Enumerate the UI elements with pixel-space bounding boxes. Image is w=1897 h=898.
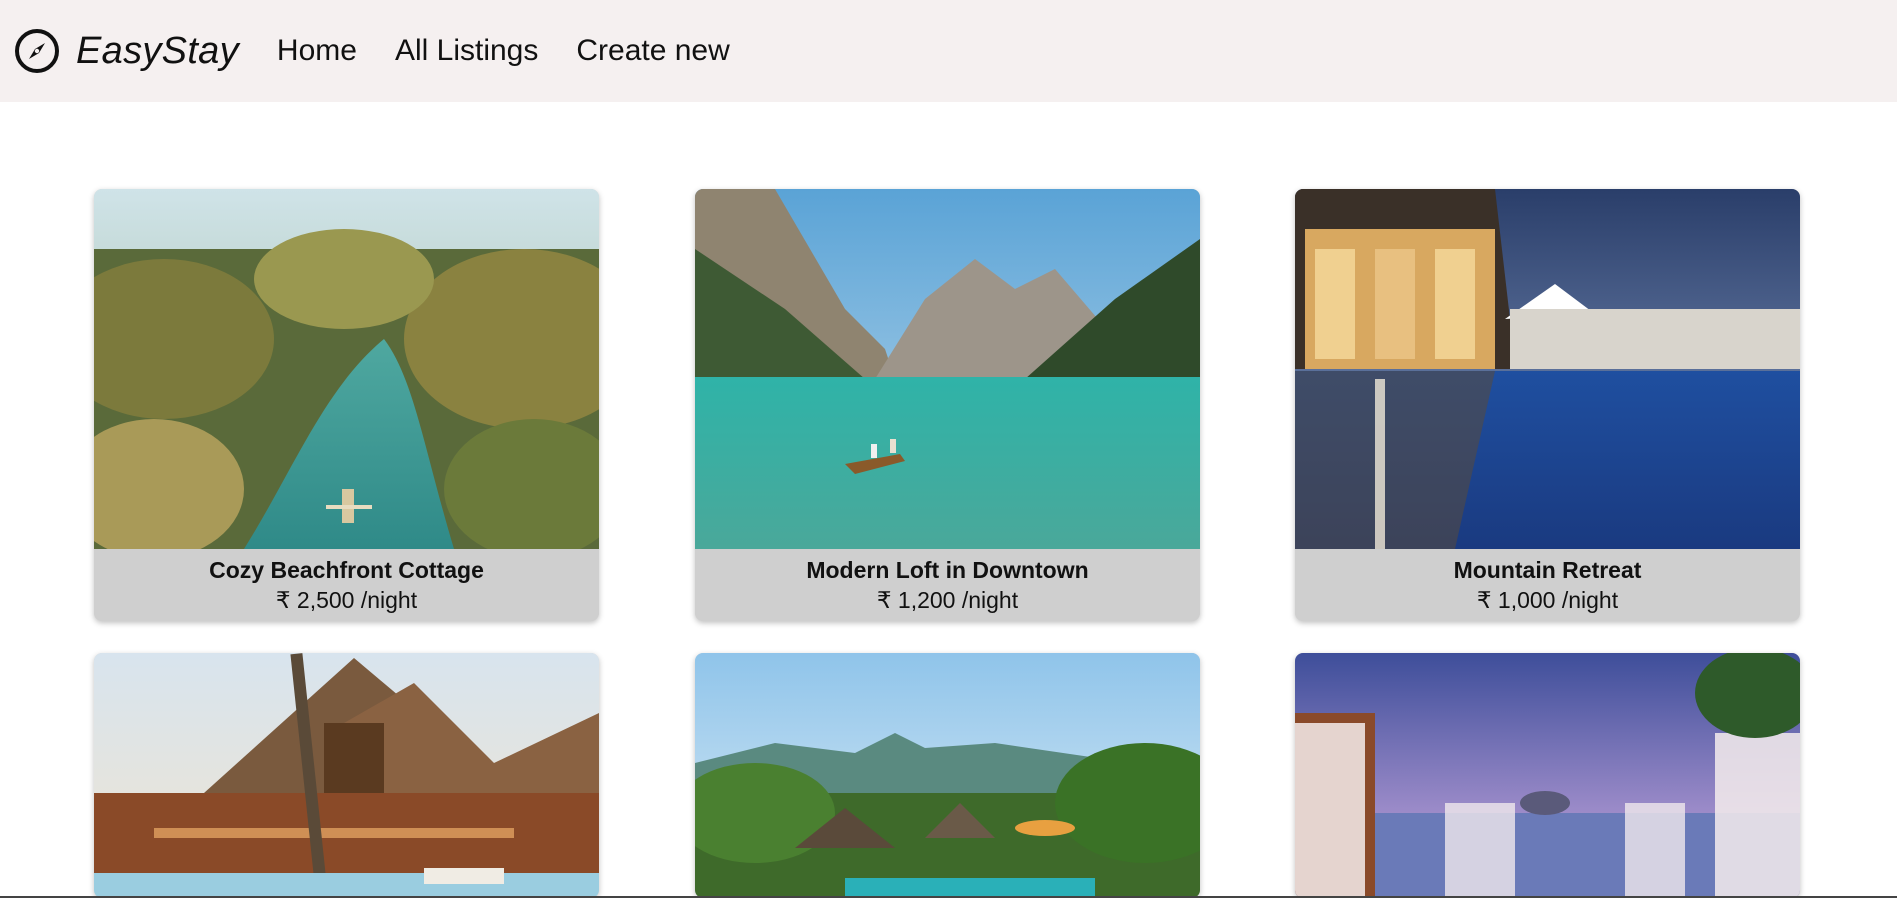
listing-info: Cozy Beachfront Cottage ₹ 2,500 /night bbox=[94, 549, 599, 621]
listings-grid: Cozy Beachfront Cottage ₹ 2,500 /night M… bbox=[0, 0, 1897, 898]
listing-card[interactable]: Cozy Beachfront Cottage ₹ 2,500 /night bbox=[94, 189, 599, 621]
listing-card[interactable]: Mountain Retreat ₹ 1,000 /night bbox=[1295, 189, 1800, 621]
listing-card[interactable] bbox=[1295, 653, 1800, 898]
listing-image bbox=[695, 653, 1200, 898]
listing-price: ₹ 1,200 /night bbox=[876, 587, 1019, 613]
listing-title: Mountain Retreat bbox=[1453, 557, 1642, 583]
listing-card[interactable] bbox=[695, 653, 1200, 898]
listing-image bbox=[94, 189, 599, 549]
listing-price: ₹ 2,500 /night bbox=[275, 587, 418, 613]
listing-image bbox=[1295, 653, 1800, 898]
listing-price: ₹ 1,000 /night bbox=[1476, 587, 1619, 613]
listing-card[interactable] bbox=[94, 653, 599, 898]
listing-title: Cozy Beachfront Cottage bbox=[209, 557, 484, 583]
listing-image bbox=[695, 189, 1200, 549]
listing-title: Modern Loft in Downtown bbox=[806, 557, 1089, 583]
listing-image bbox=[94, 653, 599, 898]
listing-info: Modern Loft in Downtown ₹ 1,200 /night bbox=[695, 549, 1200, 621]
listing-card[interactable]: Modern Loft in Downtown ₹ 1,200 /night bbox=[695, 189, 1200, 621]
listing-image bbox=[1295, 189, 1800, 549]
listing-info: Mountain Retreat ₹ 1,000 /night bbox=[1295, 549, 1800, 621]
